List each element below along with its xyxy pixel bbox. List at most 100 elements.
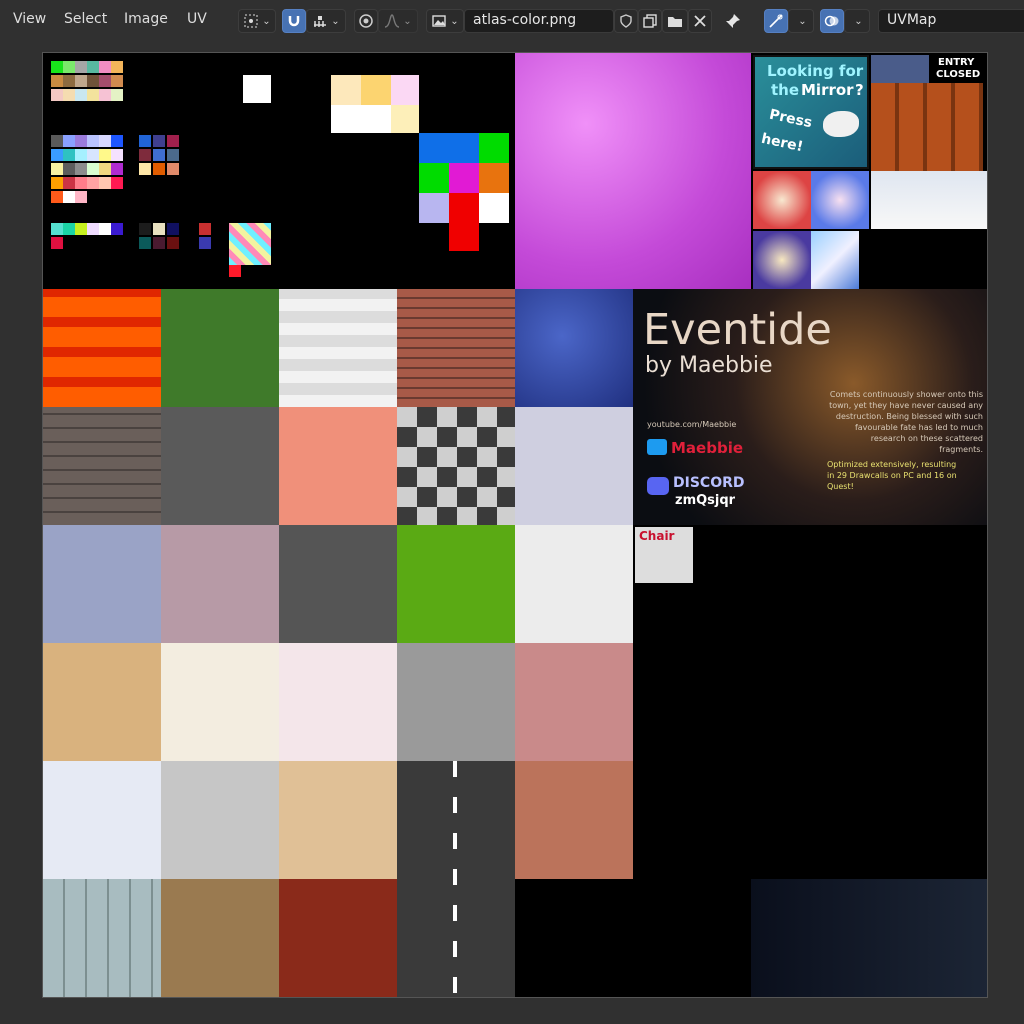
pivot-point-dropdown[interactable]: ⌄ bbox=[238, 9, 276, 33]
screenshot-texture bbox=[871, 171, 987, 229]
color-swatch bbox=[63, 61, 75, 73]
color-swatch bbox=[331, 75, 361, 105]
falloff-dropdown[interactable]: ⌄ bbox=[378, 9, 418, 33]
twitter-icon bbox=[647, 439, 667, 455]
color-swatch bbox=[51, 223, 63, 235]
cream-plaster-texture bbox=[161, 643, 279, 761]
mirror-poster-line1: Looking for bbox=[767, 62, 864, 80]
texture-atlas-canvas[interactable]: Looking for the Mirror ? Press here! ENT… bbox=[42, 52, 988, 998]
banner-youtube-url: youtube.com/Maebbie bbox=[647, 420, 737, 429]
color-swatch bbox=[87, 135, 99, 147]
tan-paper-texture bbox=[43, 643, 161, 761]
duplicate-icon bbox=[643, 14, 657, 28]
color-swatch bbox=[111, 135, 123, 147]
anime-card-texture bbox=[753, 171, 811, 229]
color-swatch bbox=[87, 163, 99, 175]
color-swatch bbox=[99, 61, 111, 73]
color-swatch bbox=[199, 237, 211, 249]
menu-view[interactable]: View bbox=[13, 11, 46, 27]
color-swatch bbox=[139, 237, 151, 249]
mauve-plaster-texture bbox=[161, 525, 279, 643]
new-image-button[interactable] bbox=[638, 9, 662, 33]
color-swatch bbox=[111, 223, 123, 235]
color-swatch bbox=[391, 75, 419, 105]
dark-rock-texture bbox=[279, 525, 397, 643]
banner-discord-code: zmQsjqr bbox=[675, 493, 736, 508]
grey-cobble-texture bbox=[397, 643, 515, 761]
color-swatch bbox=[63, 75, 75, 87]
pumpkin-panel-texture bbox=[871, 83, 983, 171]
color-swatch bbox=[419, 193, 449, 223]
pin-toggle[interactable] bbox=[720, 9, 746, 33]
color-swatch bbox=[419, 133, 479, 163]
color-swatch bbox=[75, 191, 87, 203]
road-lane-marking bbox=[453, 761, 457, 997]
uv-map-field[interactable]: UVMap bbox=[878, 9, 1024, 33]
menu-uv[interactable]: UV bbox=[187, 11, 207, 27]
menu-image[interactable]: Image bbox=[124, 11, 168, 27]
banner-optimized: Optimized extensively, resulting in 29 D… bbox=[827, 460, 957, 491]
mirror-poster-question: ? bbox=[855, 81, 864, 99]
color-swatch bbox=[167, 149, 179, 161]
patterned-stone-texture bbox=[397, 407, 515, 525]
overlays-toggle[interactable] bbox=[820, 9, 844, 33]
menu-select[interactable]: Select bbox=[64, 11, 107, 27]
close-icon bbox=[694, 15, 706, 27]
snap-toggle[interactable] bbox=[282, 9, 306, 33]
proportional-editing-toggle[interactable] bbox=[354, 9, 378, 33]
chevron-down-icon: ⌄ bbox=[854, 15, 863, 27]
color-swatch bbox=[111, 89, 123, 101]
color-swatch bbox=[111, 163, 123, 175]
hearts-wallpaper-texture bbox=[279, 289, 397, 407]
blue-stone-texture bbox=[515, 289, 633, 407]
snap-increment-icon bbox=[314, 16, 327, 27]
color-swatch bbox=[75, 75, 87, 87]
unlink-image-button[interactable] bbox=[688, 9, 712, 33]
color-swatch bbox=[63, 135, 75, 147]
color-swatch bbox=[449, 163, 479, 193]
color-swatch bbox=[479, 163, 509, 193]
color-swatch bbox=[243, 75, 271, 103]
uv-sync-icon bbox=[769, 14, 783, 28]
image-browse-dropdown[interactable]: ⌄ bbox=[426, 9, 464, 33]
chevron-down-icon: ⌄ bbox=[798, 15, 807, 27]
color-swatch bbox=[75, 163, 87, 175]
color-swatch bbox=[51, 237, 63, 249]
selection-mode-dropdown[interactable]: ⌄ bbox=[788, 9, 814, 33]
light-grey-texture bbox=[161, 761, 279, 879]
red-brick-texture bbox=[397, 289, 515, 407]
ghost-illustration bbox=[823, 111, 859, 137]
color-swatch bbox=[139, 223, 151, 235]
palette-region bbox=[43, 53, 515, 289]
uv-editor-header: View Select Image UV ⌄ ⌄ ⌄ ⌄ atlas-color… bbox=[0, 0, 1024, 42]
color-swatch bbox=[111, 75, 123, 87]
magenta-crystal-texture bbox=[515, 53, 751, 289]
pale-stone-texture bbox=[515, 407, 633, 525]
sticky-selection-toggle[interactable] bbox=[764, 9, 788, 33]
grey-brick-texture bbox=[43, 407, 161, 525]
pink-plaster-texture bbox=[279, 643, 397, 761]
snap-target-dropdown[interactable]: ⌄ bbox=[306, 9, 346, 33]
color-swatch bbox=[229, 223, 271, 265]
eventide-banner: Eventide by Maebbie youtube.com/Maebbie … bbox=[633, 289, 987, 525]
open-image-button[interactable] bbox=[662, 9, 688, 33]
color-swatch bbox=[167, 163, 179, 175]
color-swatch bbox=[153, 163, 165, 175]
mirror-poster-mirror-word: Mirror bbox=[801, 81, 854, 99]
overlays-dropdown[interactable]: ⌄ bbox=[844, 9, 870, 33]
chair-sign-title: Chair bbox=[639, 529, 675, 543]
color-swatch bbox=[87, 89, 99, 101]
color-swatch bbox=[99, 177, 111, 189]
color-swatch bbox=[87, 75, 99, 87]
fake-user-button[interactable] bbox=[614, 9, 638, 33]
image-name-field[interactable]: atlas-color.png bbox=[464, 9, 614, 33]
color-swatch bbox=[63, 177, 75, 189]
banner-twitter-handle: Maebbie bbox=[671, 439, 744, 457]
chevron-down-icon: ⌄ bbox=[403, 15, 412, 27]
mirror-poster: Looking for the Mirror ? Press here! bbox=[753, 55, 869, 169]
green-scale-texture bbox=[397, 525, 515, 643]
color-swatch bbox=[63, 191, 75, 203]
credits-texture bbox=[751, 879, 987, 997]
anime-card-texture bbox=[811, 231, 859, 289]
color-swatch bbox=[63, 163, 75, 175]
